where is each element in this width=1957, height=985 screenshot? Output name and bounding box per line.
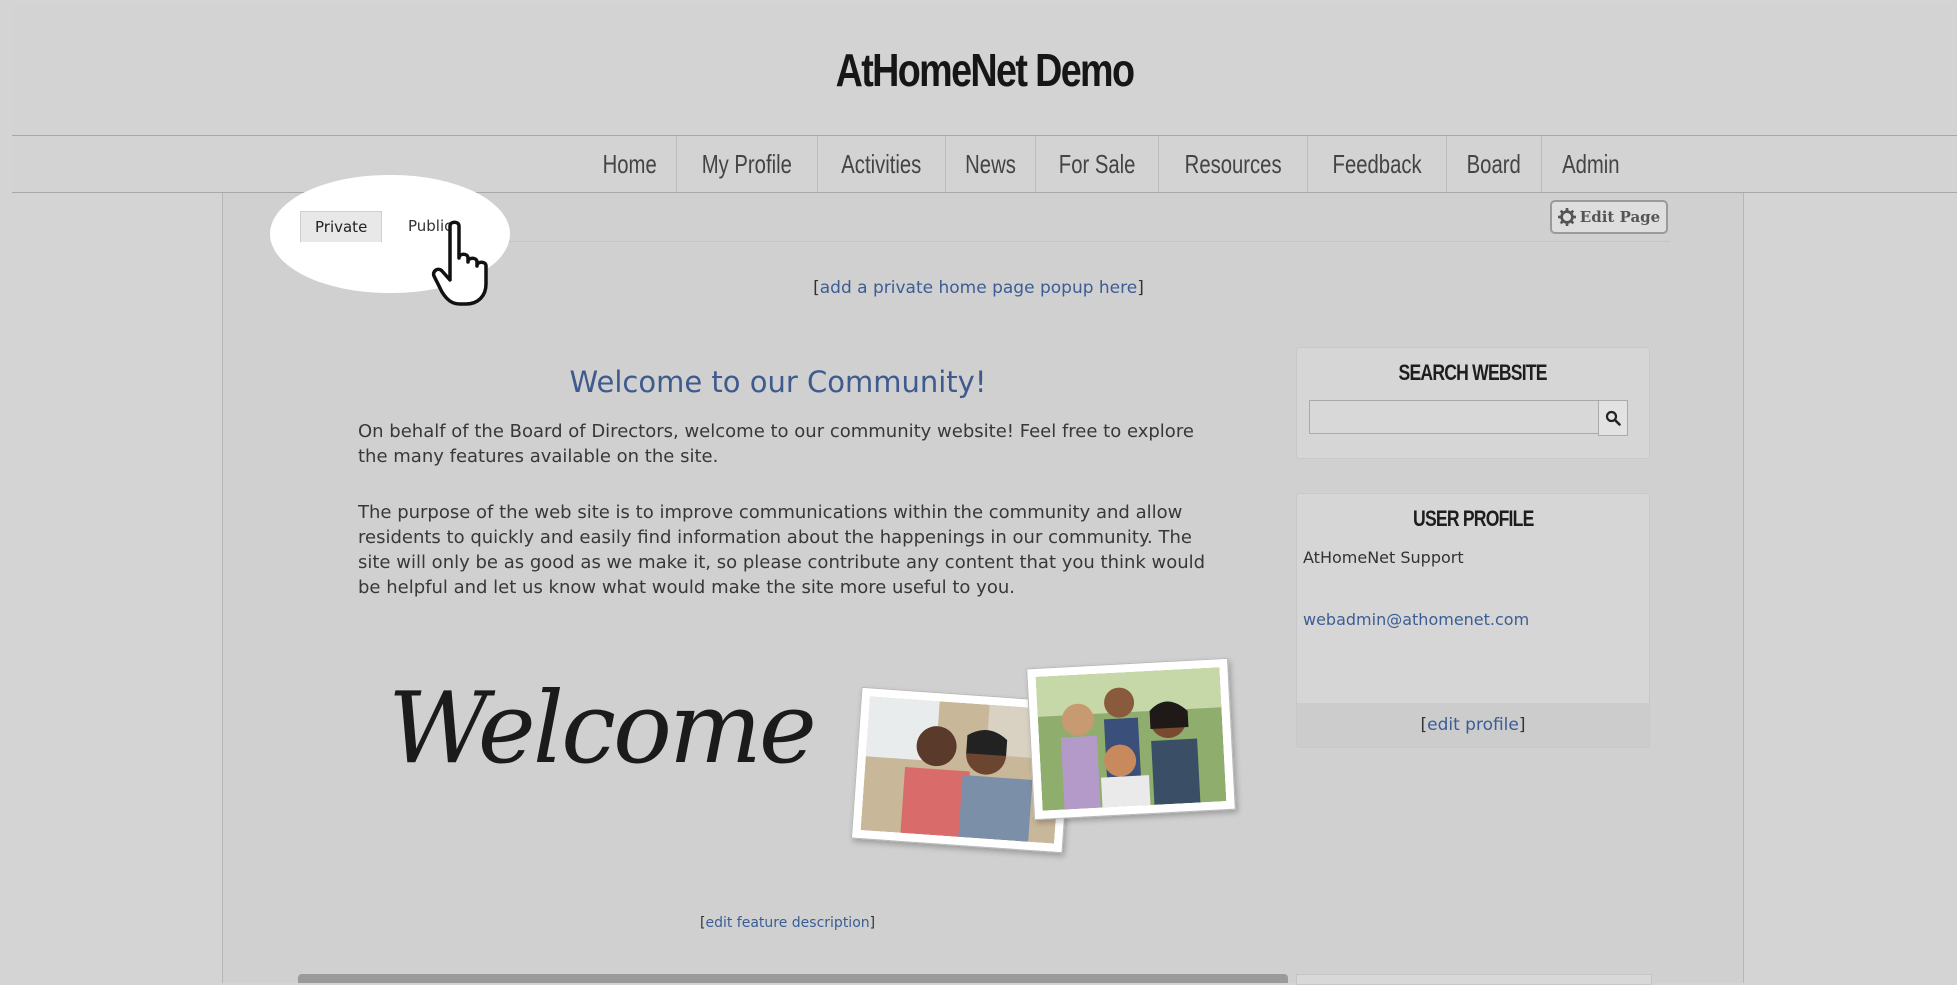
nav-item-home[interactable]: Home <box>583 136 676 192</box>
search-button[interactable] <box>1598 400 1628 436</box>
next-section-bar <box>298 974 1288 983</box>
site-header: AtHomeNet Demo <box>12 5 1957 136</box>
purpose-paragraph: The purpose of the web site is to improv… <box>358 502 1206 598</box>
nav-item-for-sale[interactable]: For Sale <box>1034 136 1158 192</box>
user-profile-widget: USER PROFILE AtHomeNet Support webadmin@… <box>1296 493 1650 748</box>
edit-feature-link[interactable]: [edit feature description] <box>700 915 875 931</box>
site-title[interactable]: AtHomeNet Demo <box>187 43 1782 97</box>
main-nav: Home My Profile Activities News For Sale… <box>12 136 1957 193</box>
nav-item-activities[interactable]: Activities <box>816 136 945 192</box>
gear-icon <box>1557 208 1576 226</box>
edit-page-label: Edit Page <box>1579 208 1661 226</box>
profile-widget-title: USER PROFILE <box>1412 506 1534 531</box>
nav-item-board[interactable]: Board <box>1446 136 1540 192</box>
photo-family <box>1026 657 1236 821</box>
welcome-script-graphic: Welcome <box>388 672 817 786</box>
nav-item-news[interactable]: News <box>944 136 1035 192</box>
edit-profile-text[interactable]: edit profile <box>1427 715 1519 735</box>
nav-item-admin[interactable]: Admin <box>1540 136 1640 192</box>
popup-link[interactable]: [add a private home page popup here] <box>0 278 1957 298</box>
popup-link-text[interactable]: add a private home page popup here <box>820 278 1137 298</box>
nav-item-resources[interactable]: Resources <box>1157 136 1307 192</box>
search-widget-title: SEARCH WEBSITE <box>1398 360 1548 385</box>
edit-profile-link[interactable]: [edit profile] <box>1297 703 1649 747</box>
nav-item-feedback[interactable]: Feedback <box>1307 136 1446 192</box>
search-widget: SEARCH WEBSITE <box>1296 347 1650 459</box>
edit-page-button[interactable]: Edit Page <box>1550 200 1668 234</box>
profile-email-link[interactable]: webadmin@athomenet.com <box>1303 610 1529 629</box>
edit-feature-text[interactable]: edit feature description <box>705 915 869 931</box>
next-widget-edge <box>1296 974 1652 985</box>
profile-name: AtHomeNet Support <box>1303 548 1464 567</box>
nav-item-my-profile[interactable]: My Profile <box>676 136 817 192</box>
tab-private[interactable]: Private <box>300 211 383 242</box>
welcome-title: Welcome to our Community! <box>569 365 987 399</box>
intro-paragraph: On behalf of the Board of Directors, wel… <box>358 421 1194 467</box>
search-icon <box>1605 410 1621 426</box>
search-input[interactable] <box>1309 400 1599 434</box>
